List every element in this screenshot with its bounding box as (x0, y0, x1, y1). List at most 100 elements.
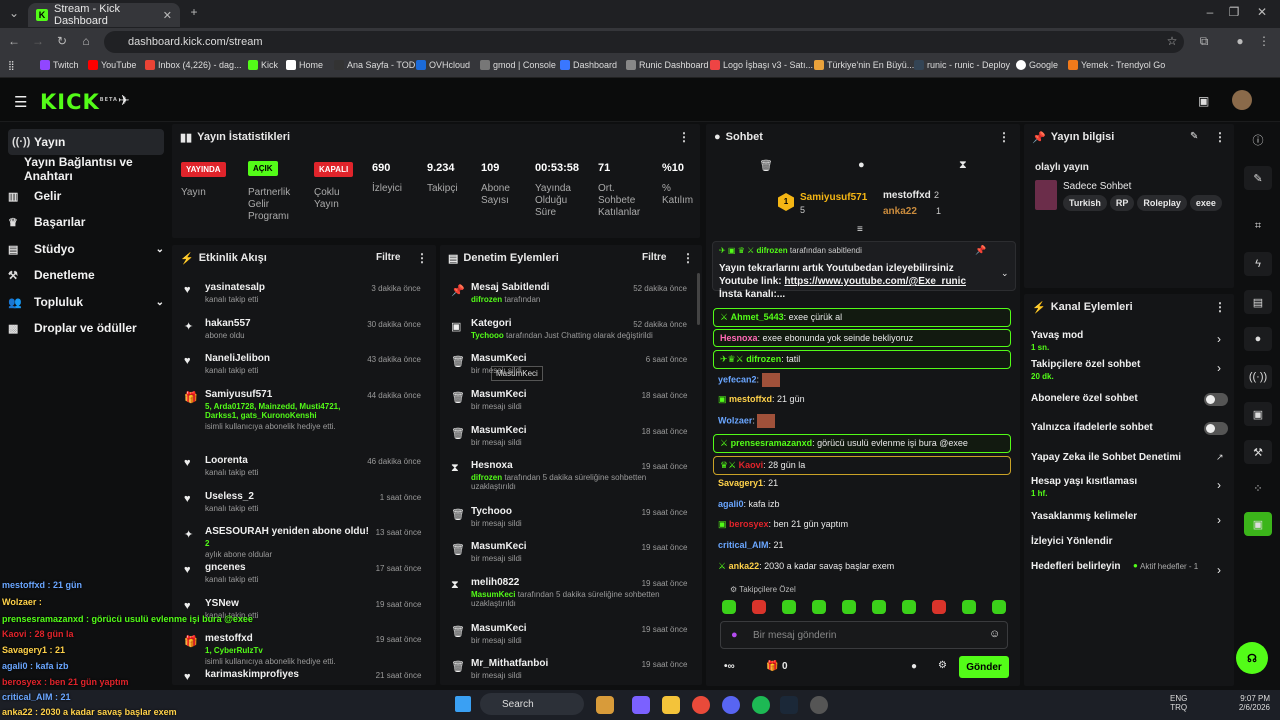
category-name[interactable]: Sadece Sohbet (1063, 181, 1131, 192)
chat-username[interactable]: critical_AIM (718, 540, 769, 550)
windows-start-icon[interactable] (455, 696, 471, 712)
restore-icon[interactable]: ❐ (1226, 5, 1242, 19)
copilot-icon[interactable] (632, 696, 650, 714)
emote-icon[interactable] (962, 600, 976, 614)
collapse-icon[interactable]: ≡ (857, 224, 863, 235)
sidebar-item-gelir[interactable]: ▥ Gelir (8, 183, 164, 209)
bookmark-runic[interactable]: Runic Dashboard (626, 60, 709, 70)
chat-mode-icon[interactable]: ● (858, 159, 865, 171)
sidebar-item-denetleme[interactable]: ⚒ Denetleme (8, 262, 164, 288)
taskbar-search[interactable]: Search (480, 693, 584, 715)
activity-filter-button[interactable]: Filtre (376, 252, 400, 263)
bookmark-star-icon[interactable]: ☆ (1164, 34, 1180, 48)
bookmark-google[interactable]: Google (1016, 60, 1058, 70)
chevron-right-icon[interactable]: › (1217, 361, 1221, 375)
moderation-menu-icon[interactable]: ⋮ (682, 251, 694, 265)
user-avatar[interactable] (1232, 90, 1252, 110)
stats-menu-icon[interactable]: ⋮ (678, 130, 690, 144)
help-chat-icon[interactable]: ☊ (1236, 642, 1268, 674)
activity-user[interactable]: YSNew (205, 598, 373, 609)
spotify-icon[interactable] (752, 696, 770, 714)
discord-icon[interactable] (722, 696, 740, 714)
taskbar-widget-icon[interactable] (596, 696, 614, 714)
chevron-right-icon[interactable]: › (1217, 332, 1221, 346)
chat-username[interactable]: Wolzaer (718, 415, 752, 425)
edit-icon[interactable]: ✎ (1244, 166, 1272, 190)
channel-action-item[interactable]: Yasaklanmış kelimeler (1031, 511, 1201, 522)
chat-username[interactable]: Kaovi (739, 460, 764, 470)
home-icon[interactable]: ⌂ (78, 34, 94, 48)
channel-action-item[interactable]: Hesap yaşı kısıtlaması 1 hf. (1031, 476, 1201, 498)
bookmark-youtube[interactable]: YouTube (88, 60, 136, 70)
bookmark-turkiye[interactable]: Türkiye'nin En Büyü... (814, 60, 914, 70)
chat-input[interactable]: ● Bir mesaj gönderin ☺ (720, 621, 1008, 649)
layers-icon[interactable]: ▣ (1244, 402, 1272, 426)
pinned-message[interactable]: ✈ ▣ ♛ ⚔ difrozen tarafından sabitlendi 📌… (712, 241, 1016, 300)
steam-icon[interactable] (780, 696, 798, 714)
new-tab-icon[interactable]: + (186, 5, 202, 19)
moderation-actor[interactable]: Tychooo (471, 331, 504, 340)
sidebar-item-studyo[interactable]: ▤ Stüdyo ⌄ (8, 236, 164, 262)
pin-icon[interactable]: ✈ (118, 92, 130, 109)
chat-username[interactable]: Ahmet_5443 (731, 312, 784, 322)
chat-username[interactable]: Hesnoxa (720, 333, 758, 343)
forward-icon[interactable]: → (30, 34, 46, 48)
chevron-right-icon[interactable]: › (1217, 563, 1221, 577)
activity-user[interactable]: gncenes (205, 562, 373, 573)
bookmark-dashboard[interactable]: Dashboard (560, 60, 617, 70)
sidebar-item-yayin-baglantisi[interactable]: Yayın Bağlantısı ve Anahtarı (8, 155, 164, 183)
browser-tab[interactable]: K Stream - Kick Dashboard ✕ (28, 3, 180, 27)
moderation-actor[interactable]: difrozen (471, 473, 502, 482)
activity-user[interactable]: ASESOURAH yeniden abone oldu! (205, 526, 373, 537)
wallet-icon[interactable]: ▣ (1198, 94, 1209, 108)
emotes-only-toggle[interactable] (1204, 422, 1228, 435)
chat-menu-icon[interactable]: ⋮ (998, 130, 1010, 144)
moderation-scrollbar[interactable] (697, 273, 700, 325)
kick-logo[interactable]: KICKBETA (40, 90, 118, 114)
channel-action-item[interactable]: İzleyici Yönlendir (1031, 536, 1201, 547)
activity-user[interactable]: hakan557 (205, 318, 373, 329)
reload-icon[interactable]: ↻ (54, 34, 70, 48)
moderation-title[interactable]: MasumKeci (471, 353, 671, 364)
chat-username[interactable]: difrozen (746, 354, 781, 364)
bookmark-logo[interactable]: Logo İşbaşı v3 - Satı... (710, 60, 813, 70)
bookmark-gmod[interactable]: gmod | Console (480, 60, 556, 70)
document-icon[interactable]: ▤ (1244, 290, 1272, 314)
chevron-right-icon[interactable]: › (1217, 478, 1221, 492)
window-close-icon[interactable]: ✕ (1254, 5, 1270, 19)
app-icon[interactable] (810, 696, 828, 714)
sidebar-item-yayin[interactable]: ((·)) Yayın (8, 129, 164, 155)
back-icon[interactable]: ← (6, 34, 22, 48)
chat-username[interactable]: mestoffxd (729, 394, 772, 404)
sidebar-item-droplar[interactable]: ▩ Droplar ve ödüller (8, 315, 164, 341)
bolt-icon[interactable]: ϟ (1244, 252, 1272, 276)
channel-action-item[interactable]: Yapay Zeka ile Sohbet Denetimi (1031, 452, 1201, 463)
pin-icon[interactable]: 📌 (975, 245, 986, 256)
info-icon[interactable]: ⓘ (1244, 128, 1272, 152)
bookmark-yemek[interactable]: Yemek - Trendyol Go (1068, 60, 1165, 70)
close-tab-icon[interactable]: ✕ (163, 9, 172, 22)
emote-icon[interactable] (872, 600, 886, 614)
dots-icon[interactable]: ⁘ (1244, 476, 1272, 500)
chat-bubble-icon[interactable]: ● (911, 661, 917, 672)
chat-username[interactable]: anka22 (729, 561, 760, 571)
channel-actions-menu-icon[interactable]: ⋮ (1214, 300, 1226, 314)
extensions-icon[interactable]: ⧉ (1196, 34, 1212, 49)
emote-icon[interactable] (782, 600, 796, 614)
broadcast-icon[interactable]: ((·)) (1244, 365, 1272, 389)
channel-action-item[interactable]: Takipçilere özel sohbet 20 dk. (1031, 359, 1201, 381)
bookmark-kick[interactable]: Kick (248, 60, 278, 70)
emote-icon[interactable] (902, 600, 916, 614)
sidebar-item-basarilar[interactable]: ♛ Başarılar (8, 209, 164, 235)
moderation-actor[interactable]: MasumKeci (471, 590, 515, 599)
activity-user[interactable]: mestoffxd (205, 633, 373, 644)
moderation-filter-button[interactable]: Filtre (642, 252, 666, 263)
tag[interactable]: Roleplay (1137, 195, 1187, 211)
file-explorer-icon[interactable] (662, 696, 680, 714)
emote-icon[interactable] (842, 600, 856, 614)
activity-user[interactable]: yasinatesalp (205, 282, 373, 293)
trash-icon[interactable]: 🗑 (759, 159, 773, 172)
wrench-icon[interactable]: ⚒ (1244, 440, 1272, 464)
emoji-icon[interactable]: ☺ (989, 628, 1000, 640)
hourglass-icon[interactable]: ⧗ (959, 159, 967, 172)
